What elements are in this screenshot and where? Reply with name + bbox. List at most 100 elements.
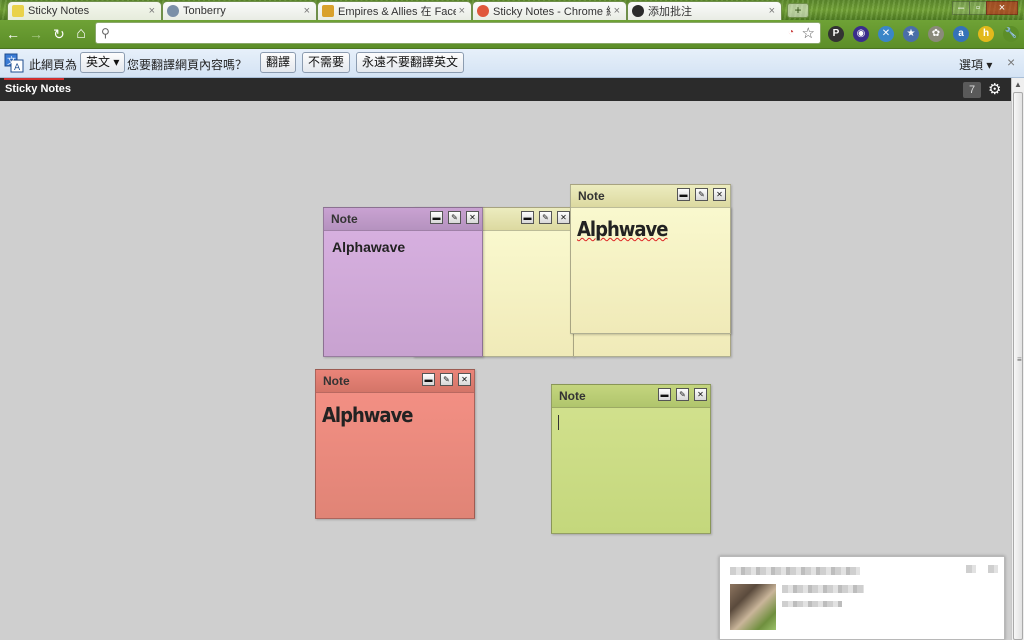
options-menu[interactable]: 選項 ▾ — [959, 56, 992, 73]
translate-prefix: 此網頁為 — [29, 58, 78, 72]
tab-sticky-notes[interactable]: Sticky Notes × — [7, 1, 162, 20]
scroll-up-arrow-icon[interactable]: ▲ — [1014, 80, 1022, 89]
note-header[interactable]: Note ▬ ✎ ✕ — [316, 370, 474, 393]
address-bar[interactable]: ⚲ ◔ ☆ — [95, 22, 821, 44]
close-note-icon[interactable]: ✕ — [466, 211, 479, 224]
options-label: 選項 — [959, 58, 984, 72]
colorwheel-extension-icon[interactable]: ◉ — [853, 26, 869, 42]
close-infobar-icon[interactable]: × — [1007, 54, 1015, 70]
note-settings-icon[interactable]: ✎ — [539, 211, 552, 224]
note-title: Note — [331, 212, 358, 226]
note-settings-icon[interactable]: ✎ — [448, 211, 461, 224]
note-title: Note — [578, 189, 605, 203]
close-note-icon[interactable]: ✕ — [694, 388, 707, 401]
sticky-note[interactable]: Note ▬ ✎ ✕ — [551, 384, 711, 534]
note-body[interactable]: Alphwave — [577, 217, 668, 241]
maximize-window-icon[interactable]: ▫ — [969, 1, 987, 15]
translate-button[interactable]: 翻譯 — [260, 52, 297, 73]
close-note-icon[interactable]: ✕ — [713, 188, 726, 201]
search-icon: ⚲ — [101, 26, 110, 40]
new-tab-button[interactable]: + — [787, 3, 809, 18]
tab-tonberry[interactable]: Tonberry × — [162, 1, 317, 20]
language-value: 英文 — [86, 55, 111, 69]
never-translate-button[interactable]: 永遠不要翻譯英文 — [356, 52, 465, 73]
blurred-text — [782, 585, 864, 593]
bird-extension-icon[interactable]: ✿ — [928, 26, 944, 42]
key-icon: ◔ — [787, 27, 794, 38]
close-note-icon[interactable]: ✕ — [458, 373, 471, 386]
minimize-window-icon[interactable]: ‒ — [952, 1, 970, 15]
app-title: Sticky Notes — [5, 83, 72, 95]
translate-question: 您要翻譯網頁內容嗎？ — [127, 58, 248, 72]
minimize-note-icon[interactable]: ▬ — [677, 188, 690, 201]
tab-add-annotation[interactable]: 添加批注 × — [627, 1, 782, 20]
note-settings-icon[interactable]: ✎ — [676, 388, 689, 401]
scroll-thumb[interactable]: ≡ — [1013, 92, 1023, 640]
translate-infobar: 文 A 此網頁為 英文 ▾ 您要翻譯網頁內容嗎？ 翻譯 不需要 永遠不要翻譯英文… — [0, 49, 1024, 78]
tab-title: Sticky Notes — [28, 5, 90, 17]
translate-icon: 文 A — [4, 53, 24, 73]
sticky-note[interactable]: Note ▬ ✎ ✕ Alphwave — [315, 369, 475, 519]
dropdown-arrow-icon: ▾ — [986, 58, 993, 72]
scroll-grip-icon: ≡ — [1017, 355, 1022, 364]
nope-button[interactable]: 不需要 — [302, 52, 351, 73]
empires-favicon-icon — [322, 5, 334, 17]
tab-close-icon[interactable]: × — [614, 5, 620, 17]
page-scrollbar[interactable]: ▲ ≡ — [1011, 78, 1024, 640]
tab-empires-allies[interactable]: Empires & Allies 在 Facebook × — [317, 1, 472, 20]
p-extension-icon[interactable]: P — [828, 26, 844, 42]
note-title: Note — [323, 374, 350, 388]
back-icon[interactable]: ← — [3, 24, 23, 44]
sticky-note[interactable]: Note ▬ ✎ ✕ Alphwave — [570, 184, 731, 334]
wrench-icon[interactable]: 🔧 — [1003, 26, 1019, 42]
note-settings-icon[interactable]: ✎ — [440, 373, 453, 386]
sticky-notes-favicon-icon — [12, 5, 24, 17]
blurred-control — [966, 565, 976, 573]
tab-chrome-store[interactable]: Sticky Notes - Chrome 線上應用程式商店 × — [472, 1, 627, 20]
note-header[interactable]: Note ▬ ✎ ✕ — [324, 208, 482, 231]
note-count-badge: 7 — [963, 82, 981, 98]
h-extension-icon[interactable]: h — [978, 26, 994, 42]
bookmark-star-icon[interactable]: ☆ — [802, 24, 815, 42]
note-body[interactable]: Alphwave — [322, 403, 413, 427]
browser-toolbar: ← → ↻ ⌂ ⚲ ◔ ☆ P ◉ ✕ ★ ✿ a h 🔧 — [0, 20, 1024, 49]
annotation-favicon-icon — [632, 5, 644, 17]
note-header[interactable]: Note ▬ ✎ ✕ — [552, 385, 710, 408]
avatar — [730, 584, 776, 630]
close-window-icon[interactable]: × — [986, 1, 1018, 15]
text-caret — [558, 415, 559, 430]
home-icon[interactable]: ⌂ — [71, 24, 91, 44]
reload-icon[interactable]: ↻ — [49, 24, 69, 44]
blurred-heading — [730, 567, 860, 575]
forward-icon[interactable]: → — [26, 24, 46, 44]
note-title: Note — [559, 389, 586, 403]
active-indicator — [4, 78, 64, 80]
note-settings-icon[interactable]: ✎ — [695, 188, 708, 201]
minimize-note-icon[interactable]: ▬ — [521, 211, 534, 224]
butterfly-extension-icon[interactable]: ✕ — [878, 26, 894, 42]
dropdown-arrow-icon: ▾ — [113, 55, 120, 69]
tab-close-icon[interactable]: × — [149, 5, 155, 17]
tab-title: Tonberry — [183, 5, 226, 17]
minimize-note-icon[interactable]: ▬ — [658, 388, 671, 401]
sticky-note[interactable]: Note ▬ ✎ ✕ Alphawave — [323, 207, 483, 357]
minimize-note-icon[interactable]: ▬ — [422, 373, 435, 386]
gear-icon[interactable]: ⚙ — [988, 80, 1001, 98]
minimize-note-icon[interactable]: ▬ — [430, 211, 443, 224]
close-note-icon[interactable]: ✕ — [557, 211, 570, 224]
blurred-text — [782, 601, 842, 607]
app-header: Sticky Notes 7 ⚙ — [0, 78, 1011, 101]
tab-title: Empires & Allies 在 Facebook — [338, 6, 456, 18]
note-header[interactable]: Note ▬ ✎ ✕ — [571, 185, 730, 208]
svg-text:A: A — [14, 63, 21, 73]
tab-close-icon[interactable]: × — [304, 5, 310, 17]
a-extension-icon[interactable]: a — [953, 26, 969, 42]
tab-title: 添加批注 — [648, 6, 692, 18]
note-body[interactable]: Alphawave — [332, 239, 405, 255]
star-extension-icon[interactable]: ★ — [903, 26, 919, 42]
notification-popup[interactable] — [719, 556, 1005, 640]
language-dropdown[interactable]: 英文 ▾ — [80, 52, 126, 73]
tab-close-icon[interactable]: × — [459, 5, 465, 17]
tab-close-icon[interactable]: × — [769, 5, 775, 17]
tonberry-favicon-icon — [167, 5, 179, 17]
